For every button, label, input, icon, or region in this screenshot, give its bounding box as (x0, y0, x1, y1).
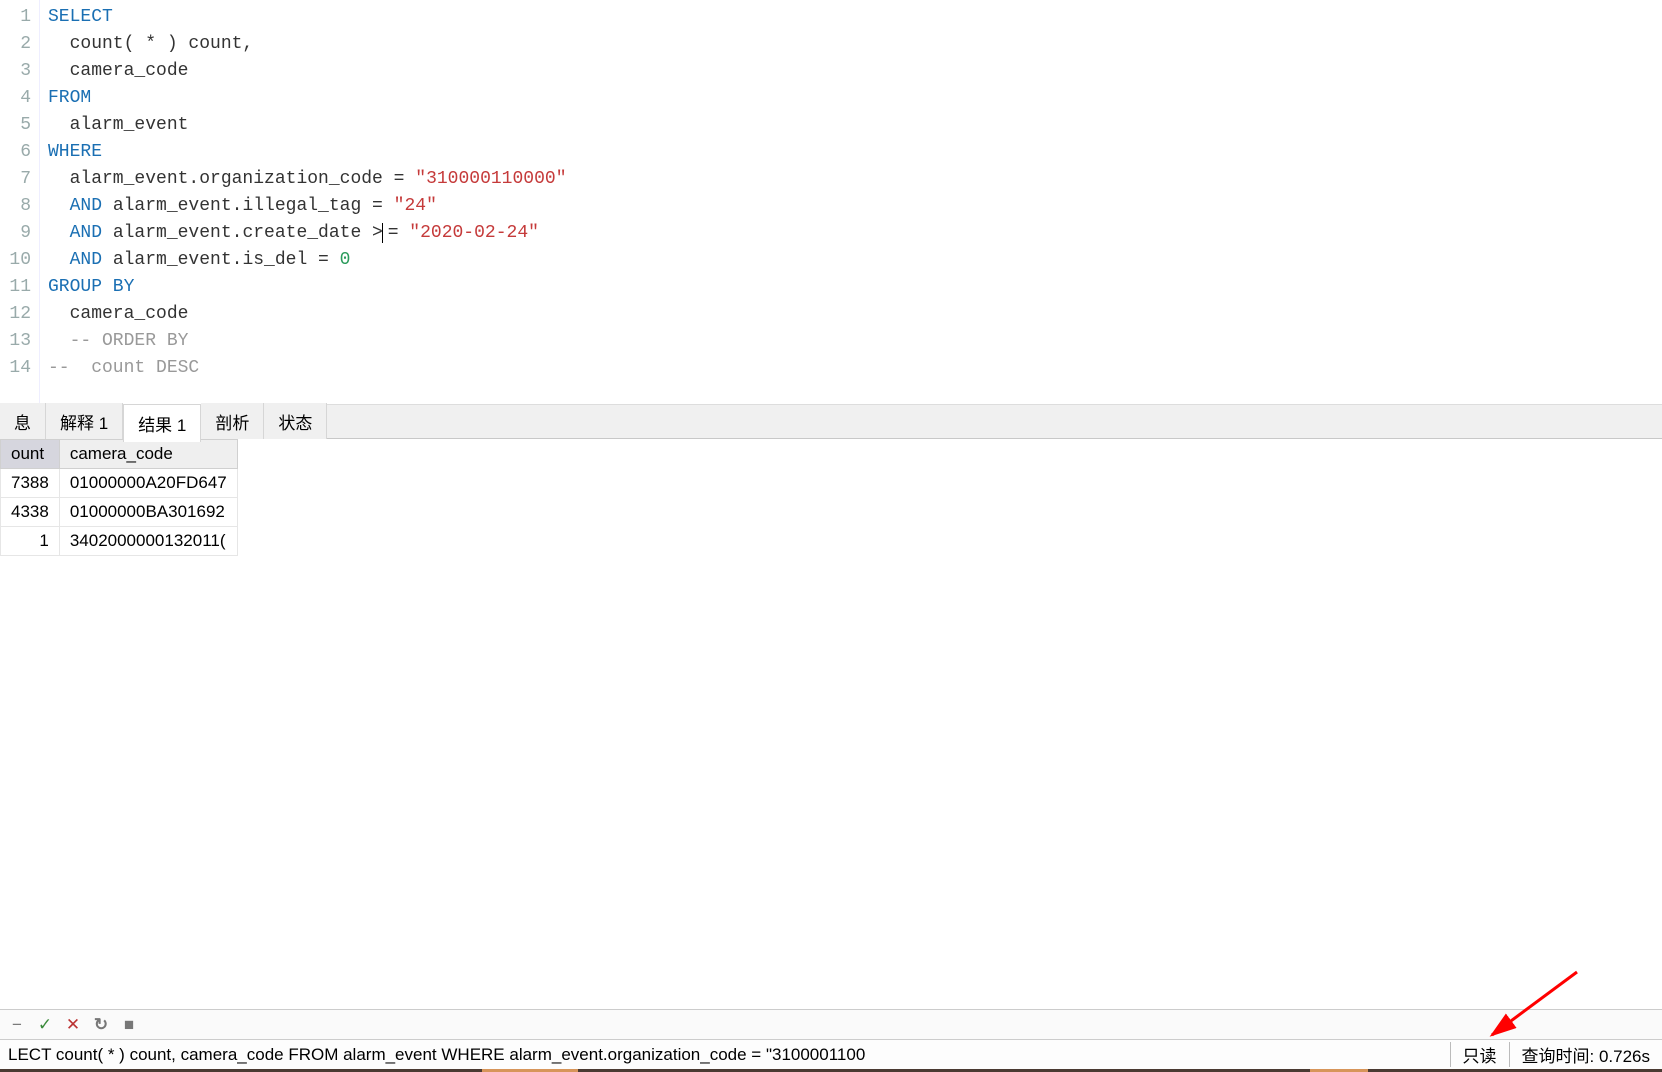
cell-camera-code[interactable]: 01000000BA301692 (59, 498, 237, 527)
table-row[interactable]: 433801000000BA301692 (1, 498, 238, 527)
status-bar: LECT count( * ) count, camera_code FROM … (0, 1039, 1662, 1069)
action-bar: − ✓ ✕ ↻ ■ (0, 1009, 1662, 1039)
status-query-time: 查询时间: 0.726s (1509, 1042, 1662, 1067)
tab-4[interactable]: 状态 (264, 403, 327, 440)
refresh-icon[interactable]: ↻ (92, 1016, 110, 1034)
apply-icon[interactable]: ✓ (36, 1016, 54, 1034)
status-sql-preview: LECT count( * ) count, camera_code FROM … (0, 1045, 1450, 1065)
result-grid[interactable]: ountcamera_code 738801000000A20FD6474338… (0, 439, 1662, 1009)
cancel-icon[interactable]: ✕ (64, 1016, 82, 1034)
tab-1[interactable]: 解释 1 (46, 403, 123, 440)
cell-count[interactable]: 7388 (1, 469, 60, 498)
tab-2[interactable]: 结果 1 (123, 404, 201, 442)
cell-camera-code[interactable]: 3402000000132011( (59, 527, 237, 556)
column-header[interactable]: camera_code (59, 440, 237, 469)
code-area[interactable]: SELECT count( * ) count, camera_code FRO… (40, 0, 1662, 404)
first-record-icon[interactable]: − (8, 1016, 26, 1034)
cell-count[interactable]: 1 (1, 527, 60, 556)
cell-camera-code[interactable]: 01000000A20FD647 (59, 469, 237, 498)
table-row[interactable]: 13402000000132011( (1, 527, 238, 556)
column-header[interactable]: ount (1, 440, 60, 469)
cell-count[interactable]: 4338 (1, 498, 60, 527)
line-gutter: 1234567891011121314 (0, 0, 40, 404)
result-tabs: 息解释 1结果 1剖析状态 (0, 405, 1662, 439)
tab-0[interactable]: 息 (0, 403, 46, 440)
sql-editor[interactable]: 1234567891011121314 SELECT count( * ) co… (0, 0, 1662, 405)
table-row[interactable]: 738801000000A20FD647 (1, 469, 238, 498)
stop-icon[interactable]: ■ (120, 1016, 138, 1034)
tab-3[interactable]: 剖析 (201, 403, 264, 440)
status-readonly: 只读 (1450, 1042, 1509, 1067)
